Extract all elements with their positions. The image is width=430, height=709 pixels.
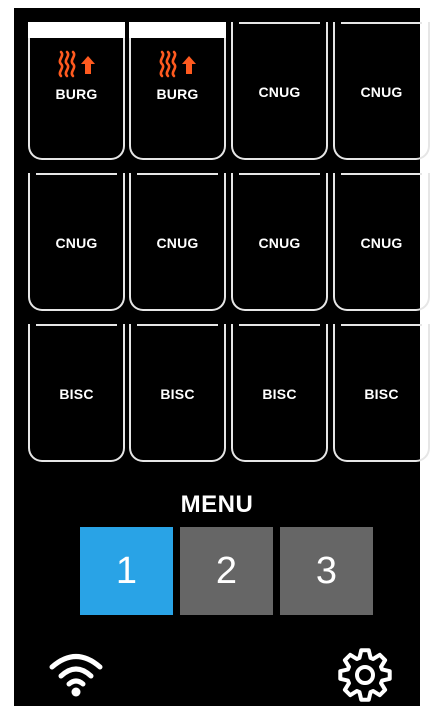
menu-button-2[interactable]: 2 — [180, 527, 273, 615]
menu-button-label: 3 — [315, 549, 338, 592]
slot-frame — [341, 324, 422, 326]
slot-progress-bar — [28, 22, 125, 38]
slot-frame — [36, 324, 117, 326]
slot-9[interactable]: BISC — [28, 324, 125, 462]
slot-6[interactable]: CNUG — [129, 173, 226, 311]
slot-label: CNUG — [258, 235, 301, 251]
heating-icon — [30, 50, 123, 78]
slot-11[interactable]: BISC — [231, 324, 328, 462]
slot-1[interactable]: BURG — [28, 22, 125, 160]
slot-frame — [341, 173, 422, 175]
slot-12[interactable]: BISC — [333, 324, 430, 462]
slot-frame — [137, 173, 218, 175]
slot-label: CNUG — [55, 235, 98, 251]
slot-label: BURG — [156, 86, 199, 102]
slot-3[interactable]: CNUG — [231, 22, 328, 160]
slot-label: BISC — [59, 386, 94, 402]
slot-7[interactable]: CNUG — [231, 173, 328, 311]
slot-label: CNUG — [156, 235, 199, 251]
slot-label: BISC — [262, 386, 297, 402]
slot-frame — [341, 22, 422, 24]
heating-icon — [131, 50, 224, 78]
slot-label: BURG — [55, 86, 98, 102]
device-screen: BURG BURG CNUG CNUG CNUG CNUG CNUG CNUG BISC BISC… — [14, 8, 430, 706]
menu-button-label: 1 — [115, 549, 138, 592]
slot-progress-bar — [129, 22, 226, 38]
slot-2[interactable]: BURG — [129, 22, 226, 160]
slot-frame — [36, 173, 117, 175]
slot-label: CNUG — [360, 235, 403, 251]
slot-label: BISC — [364, 386, 399, 402]
settings-button[interactable] — [334, 646, 396, 704]
slot-10[interactable]: BISC — [129, 324, 226, 462]
menu-button-1[interactable]: 1 — [80, 527, 173, 615]
slot-frame — [239, 22, 320, 24]
slot-frame — [137, 324, 218, 326]
slot-8[interactable]: CNUG — [333, 173, 430, 311]
menu-button-label: 2 — [215, 549, 238, 592]
slot-label: CNUG — [258, 84, 301, 100]
slot-5[interactable]: CNUG — [28, 173, 125, 311]
gear-icon — [338, 648, 392, 702]
slot-label: BISC — [160, 386, 195, 402]
menu-title: MENU — [180, 491, 254, 518]
menu-button-3[interactable]: 3 — [280, 527, 373, 615]
slot-frame — [239, 324, 320, 326]
slot-label: CNUG — [360, 84, 403, 100]
wifi-icon[interactable] — [48, 648, 104, 698]
slot-frame — [239, 173, 320, 175]
slot-4[interactable]: CNUG — [333, 22, 430, 160]
